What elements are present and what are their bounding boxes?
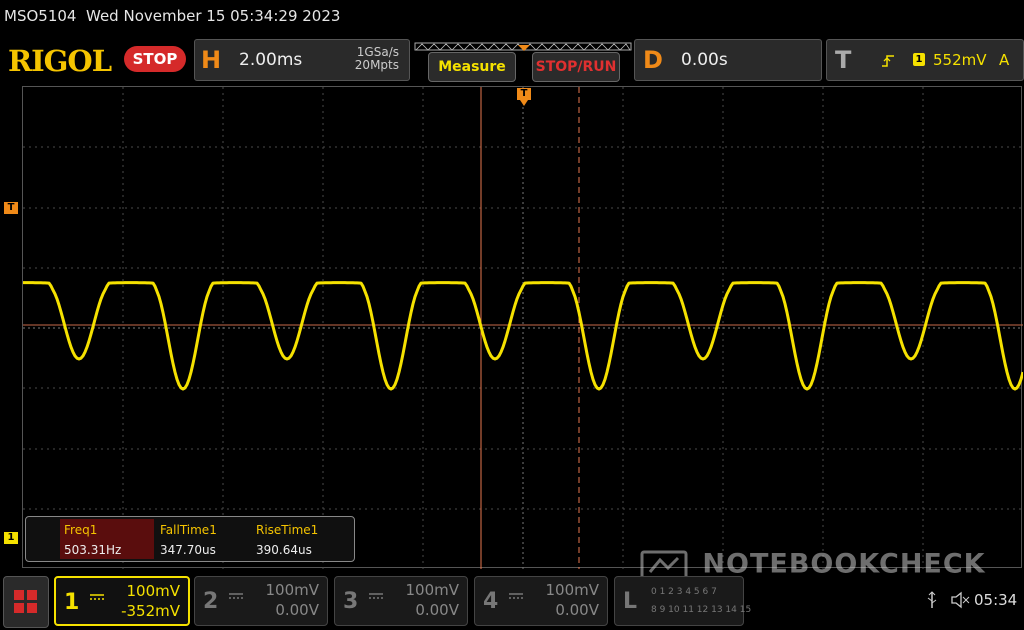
measure-value: 390.64us [256,543,312,557]
trigger-level: 552mV [933,51,987,69]
trigger-source-badge: 1 [913,53,925,66]
channel-offset: 0.00V [555,601,599,619]
rising-edge-icon [881,53,895,72]
channel-scale: 100mV [265,581,319,599]
rigol-logo: RIGOL [8,44,112,78]
logic-panel[interactable]: L 0 1 2 3 4 5 6 7 8 9 10 11 12 13 14 15 [614,576,751,626]
channel-1-panel[interactable]: 1 100mV -352mV [54,576,190,626]
home-button[interactable] [3,576,49,628]
measure-cell-freq[interactable]: Freq1 503.31Hz [60,519,154,559]
channel-scale: 100mV [126,582,180,600]
delay-panel[interactable]: D 0.00s [634,39,822,81]
channel-offset: 0.00V [415,601,459,619]
dc-coupling-icon [229,585,243,604]
channel-number: 3 [343,589,359,614]
logic-channels-row1: 0 1 2 3 4 5 6 7 [651,587,717,597]
channel-4-panel[interactable]: 4 100mV 0.00V [474,576,608,626]
channel-offset: -352mV [121,602,180,620]
delay-letter: D [643,46,663,74]
top-toolbar: RIGOL STOP H 2.00ms 1GSa/s 20Mpts Measur… [0,36,1024,84]
trigger-panel[interactable]: T 1 552mV A [826,39,1024,81]
trigger-position-arrow [520,100,528,106]
channel-scale: 100mV [405,581,459,599]
run-state-badge[interactable]: STOP [124,46,186,72]
measure-label: RiseTime1 [256,523,319,537]
stop-run-button[interactable]: STOP/RUN [532,52,620,82]
logic-channels-row2: 8 9 10 11 12 13 14 15 [651,605,752,615]
channel-offset: 0.00V [275,601,319,619]
title-bar: MSO5104 Wed November 15 05:34:29 2023 [0,0,1024,36]
channel-number: 2 [203,589,219,614]
measure-cell-risetime[interactable]: RiseTime1 390.64us [252,519,346,559]
memory-position-bar[interactable] [414,37,632,51]
bottom-bar: 1 100mV -352mV 2 100mV 0.00V 3 100mV 0.0… [0,572,1024,630]
logic-letter: L [623,589,638,614]
trigger-letter: T [835,46,852,74]
channel-scale: 100mV [545,581,599,599]
channel-number: 1 [64,590,80,615]
channel-3-panel[interactable]: 3 100mV 0.00V [334,576,468,626]
trigger-level-marker[interactable]: T [4,202,18,214]
delay-value: 0.00s [681,50,728,70]
memory-depth: 20Mpts [354,58,399,72]
sample-info: 1GSa/s 20Mpts [309,46,399,72]
trigger-mode: A [999,51,1010,69]
timebase-value: 2.00ms [239,50,303,70]
dc-coupling-icon [90,586,104,605]
horizontal-letter: H [201,46,222,74]
model-label: MSO5104 Wed November 15 05:34:29 2023 [4,7,341,25]
measure-value: 503.31Hz [64,543,122,557]
usb-icon [926,591,938,613]
clock-time: 05:34 [974,591,1018,609]
grid-menu-icon [12,588,40,620]
measure-label: FallTime1 [160,523,217,537]
dc-coupling-icon [369,585,383,604]
measure-cell-falltime[interactable]: FallTime1 347.70us [156,519,250,559]
channel-number: 4 [483,589,499,614]
channel-2-panel[interactable]: 2 100mV 0.00V [194,576,328,626]
measure-label: Freq1 [64,523,98,537]
trigger-position-marker[interactable]: T [517,88,531,100]
measure-button[interactable]: Measure [428,52,516,82]
waveform-svg [23,87,1023,569]
measurement-table[interactable]: Freq1 503.31Hz FallTime1 347.70us RiseTi… [25,516,355,562]
measure-value: 347.70us [160,543,216,557]
speaker-muted-icon[interactable] [950,591,970,613]
ch1-offset-marker[interactable]: 1 [4,532,18,544]
waveform-display[interactable] [22,86,1023,569]
horizontal-panel[interactable]: H 2.00ms 1GSa/s 20Mpts [194,39,410,81]
dc-coupling-icon [509,585,523,604]
